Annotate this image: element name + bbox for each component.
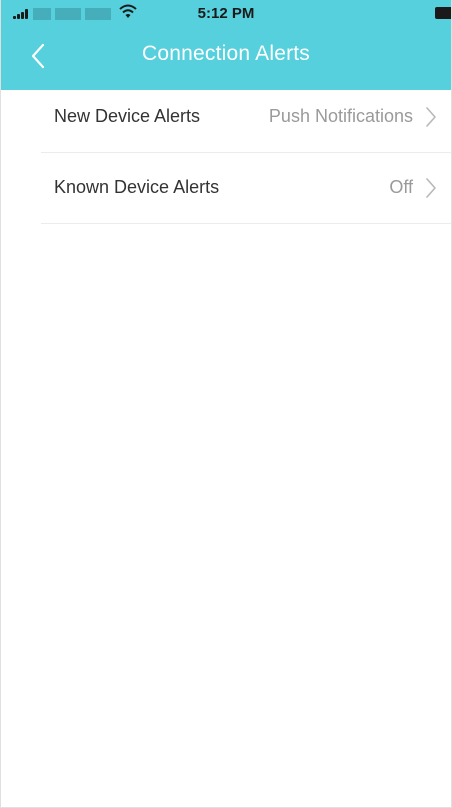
row-value: Off [389,177,413,197]
status-time: 5:12 PM [197,5,255,22]
known-device-alerts-row[interactable]: Known Device Alerts Off [41,153,451,224]
new-device-alerts-row[interactable]: New Device Alerts Push Notifications [41,82,451,153]
battery-icon [435,7,451,19]
nav-bar: Connection Alerts [1,28,451,84]
chevron-right-icon [426,107,436,127]
header: 5:12 PM Connection Alerts [1,0,451,90]
page-title: Connection Alerts [142,42,310,65]
row-label: New Device Alerts [54,106,201,126]
status-bar: 5:12 PM [1,0,451,28]
row-label: Known Device Alerts [54,177,220,197]
settings-list: New Device Alerts Push Notifications Kno… [1,82,451,224]
app-screen: 5:12 PM Connection Alerts New Device Ale… [0,0,452,808]
chevron-right-icon [426,178,436,198]
row-value: Push Notifications [268,106,413,126]
